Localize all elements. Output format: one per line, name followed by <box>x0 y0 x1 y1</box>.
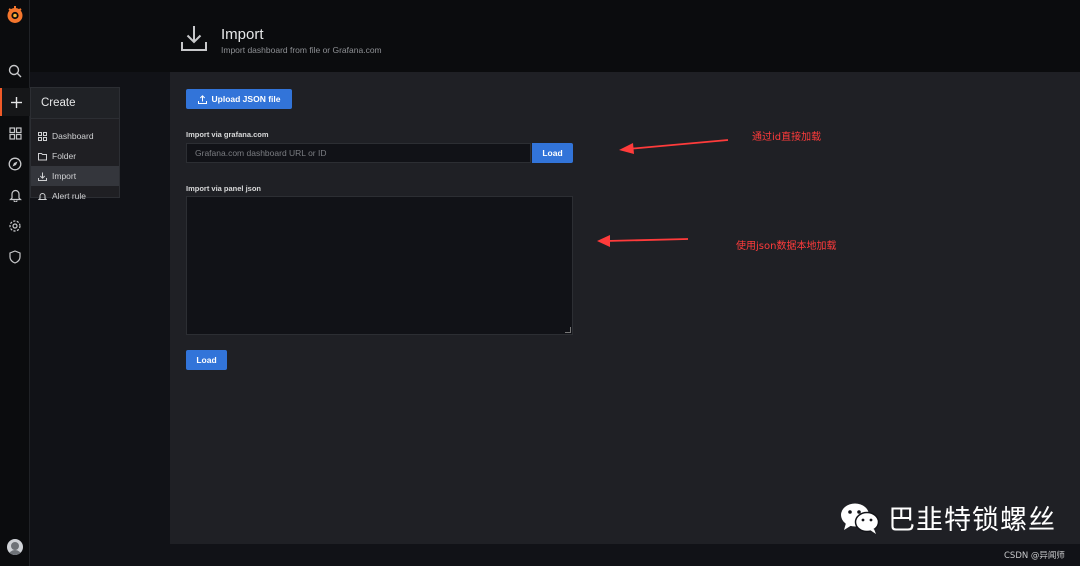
watermark: 巴韭特锁螺丝 <box>838 498 1056 537</box>
arrow-to-json-textarea <box>597 235 689 247</box>
arrow-to-url-input <box>619 139 729 154</box>
annotation-load-by-json: 使用json数据本地加载 <box>736 241 837 252</box>
wechat-icon <box>841 503 880 534</box>
annotation-load-by-id: 通过id直接加载 <box>752 132 822 143</box>
watermark-text: 巴韭特锁螺丝 <box>888 505 1056 536</box>
annotation-arrows <box>597 139 729 247</box>
csdn-credit: CSDN @异闻师 <box>1004 551 1065 561</box>
